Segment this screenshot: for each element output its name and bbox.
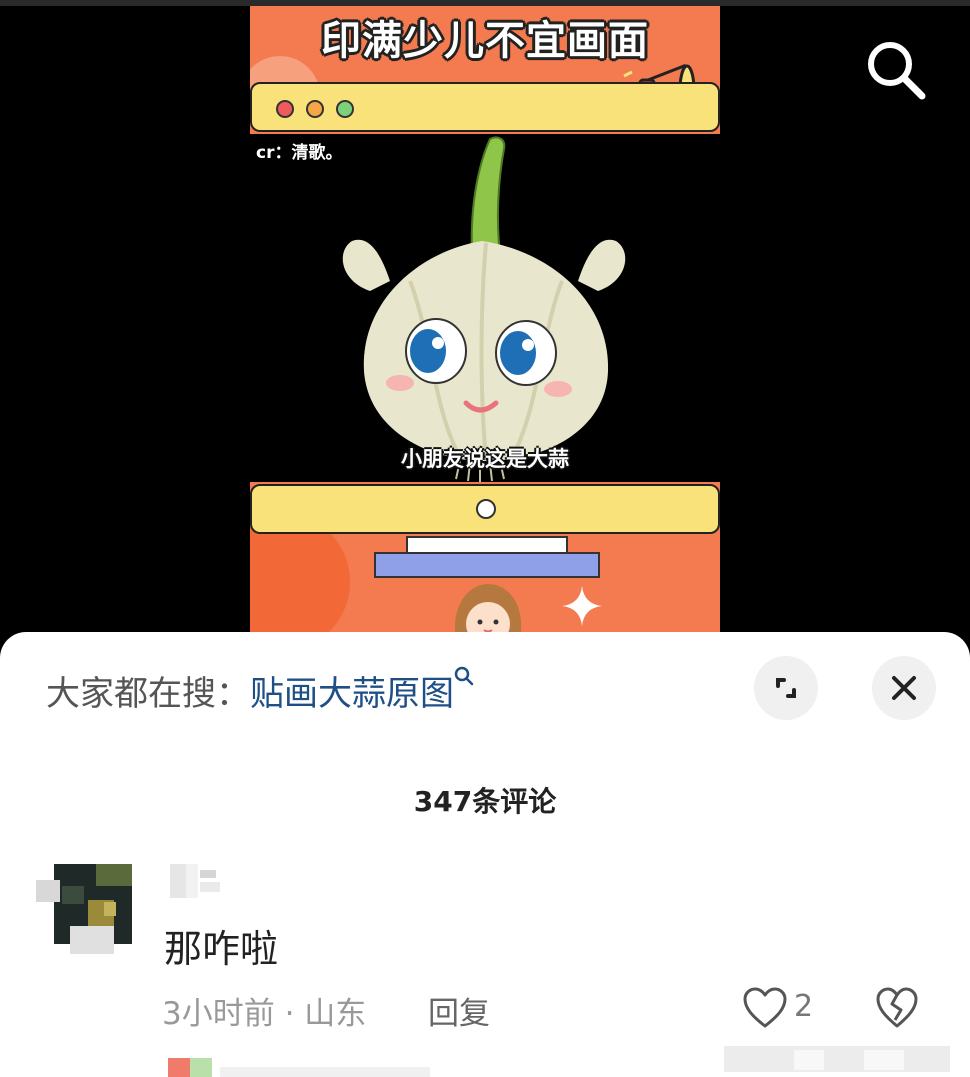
video-subtitle: 小朋友说这是大蒜 xyxy=(401,447,569,471)
halftone-decor-icon xyxy=(250,522,350,640)
hot-search-label: 大家都在搜： xyxy=(46,674,250,714)
video-player[interactable]: 印满少儿不宜画面 cr：清歌。 小朋友说这是大蒜 xyxy=(0,0,970,640)
comment-count: 347条评论 xyxy=(413,785,557,818)
heart-icon xyxy=(743,987,787,1028)
comment-text: 那咋啦 xyxy=(164,927,279,971)
expand-button[interactable] xyxy=(754,656,818,720)
watermark-blur xyxy=(724,1046,950,1072)
orange-dot-icon xyxy=(306,100,324,118)
next-username-blurred xyxy=(220,1067,430,1077)
comment-meta: 3小时前 · 山东 xyxy=(162,996,367,1032)
search-mini-icon xyxy=(454,666,474,693)
close-icon xyxy=(892,676,916,700)
reply-button[interactable]: 回复 xyxy=(428,988,490,1033)
red-dot-icon xyxy=(276,100,294,118)
circle-icon xyxy=(476,499,496,519)
like-count: 2 xyxy=(794,989,814,1024)
browser-bar xyxy=(250,82,720,132)
avatar[interactable] xyxy=(34,862,134,962)
decor-blue-block xyxy=(374,552,600,578)
green-dot-icon xyxy=(336,100,354,118)
like-button[interactable] xyxy=(742,986,788,1030)
next-avatar[interactable] xyxy=(168,1056,212,1077)
search-button[interactable] xyxy=(862,36,928,102)
garlic-illustration xyxy=(342,136,626,483)
close-button[interactable] xyxy=(872,656,936,720)
broken-heart-icon xyxy=(876,987,918,1028)
expand-icon xyxy=(776,678,796,698)
video-frame: 印满少儿不宜画面 cr：清歌。 小朋友说这是大蒜 xyxy=(250,6,720,640)
search-icon xyxy=(868,42,926,100)
hot-search-bar: 大家都在搜：贴画大蒜原图 xyxy=(46,666,474,715)
hot-search-term[interactable]: 贴画大蒜原图 xyxy=(250,674,454,714)
sparkle-icon xyxy=(562,586,602,626)
browser-bar-bottom xyxy=(250,484,720,534)
username-blurred[interactable] xyxy=(168,862,234,900)
dislike-button[interactable] xyxy=(876,986,918,1030)
